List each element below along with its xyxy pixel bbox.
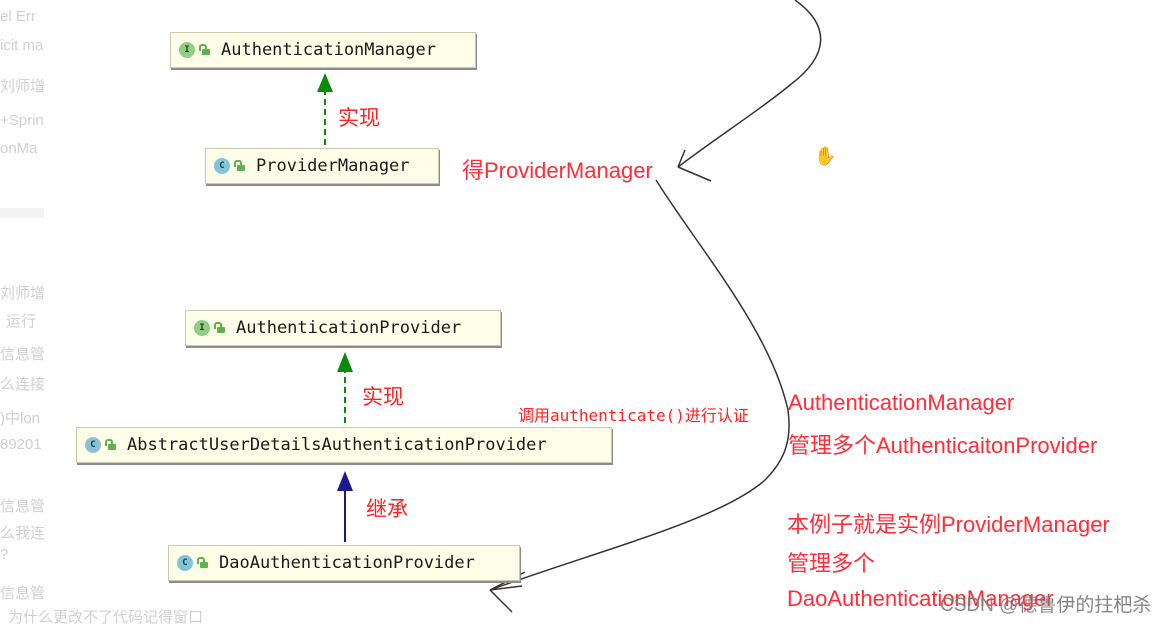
node-name: ProviderManager: [256, 156, 410, 176]
background-text: )中lon: [0, 410, 41, 427]
class-icon: C: [214, 158, 230, 174]
abstract-class-icon: C: [85, 437, 101, 453]
annotation-manager-line2: 管理多个AuthenticaitonProvider: [788, 433, 1098, 458]
hand-drawn-arrow-bottom: [489, 179, 790, 591]
background-text: 运行: [6, 313, 37, 330]
annotation-get-provider-manager: 得ProviderManager: [462, 158, 653, 183]
annotation-example-line1: 本例子就是实例ProviderManager: [787, 512, 1110, 537]
background-text: onMa: [0, 140, 38, 157]
background-text: icit ma: [0, 37, 44, 54]
node-name: AuthenticationManager: [221, 40, 436, 60]
hand-drawn-arrowhead: [677, 166, 712, 182]
background-text: 89201: [0, 436, 42, 453]
background-text: 么我连: [0, 525, 44, 542]
node-provider-manager[interactable]: C ProviderManager: [205, 148, 439, 184]
background-bottom-text: 为什么更改不了代码记得窗口: [8, 609, 204, 626]
implements-arrowhead: [337, 352, 353, 372]
watermark: CSDN @德鲁伊的拄杷杀: [940, 595, 1152, 616]
node-name: AbstractUserDetailsAuthenticationProvide…: [127, 435, 547, 455]
node-dao-authentication-provider[interactable]: C DaoAuthenticationProvider: [168, 545, 520, 581]
public-lock-icon: [214, 322, 226, 334]
background-divider: [0, 208, 44, 218]
background-text: 刘师增: [0, 285, 44, 302]
interface-icon: I: [194, 320, 210, 336]
public-lock-icon: [234, 160, 246, 172]
extends-arrowhead: [337, 471, 353, 491]
public-lock-icon: [199, 44, 211, 56]
background-text: ?: [0, 546, 9, 563]
public-lock-icon: [105, 439, 117, 451]
node-name: AuthenticationProvider: [236, 318, 462, 338]
background-page-sidebar: el Err icit ma 刘师增 +Sprin onMa 刘师增 运行 信息…: [0, 0, 44, 620]
edge-label-implements: 实现: [338, 107, 380, 130]
annotation-manager-line1: AuthenticationManager: [788, 390, 1015, 415]
node-authentication-provider[interactable]: I AuthenticationProvider: [185, 310, 501, 346]
edge-label-implements: 实现: [362, 386, 404, 409]
node-authentication-manager[interactable]: I AuthenticationManager: [170, 32, 476, 68]
public-lock-icon: [197, 557, 209, 569]
node-name: DaoAuthenticationProvider: [219, 553, 475, 573]
background-text: 刘师增: [0, 78, 44, 95]
implements-arrowhead: [317, 73, 333, 92]
background-text: el Err: [0, 8, 36, 25]
edge-label-extends: 继承: [366, 498, 408, 521]
background-text: 信息管: [0, 585, 44, 602]
hand-drawn-arrow-top: [677, 0, 822, 168]
background-text: 么连接: [0, 376, 44, 393]
background-text: 信息管: [0, 346, 44, 363]
hand-drawn-arrowhead: [677, 149, 686, 168]
hand-drawn-arrowhead: [489, 589, 513, 613]
annotation-example-line2: 管理多个: [787, 551, 876, 576]
hand-cursor-icon: ✋: [814, 146, 837, 166]
annotation-call-authenticate: 调用authenticate()进行认证: [518, 406, 749, 425]
class-icon: C: [177, 555, 193, 571]
interface-icon: I: [179, 42, 195, 58]
background-text: 信息管: [0, 498, 44, 515]
hand-drawn-arrowhead: [489, 585, 523, 591]
node-abstract-user-details-authentication-provider[interactable]: C AbstractUserDetailsAuthenticationProvi…: [76, 427, 612, 463]
background-text: +Sprin: [0, 112, 44, 129]
